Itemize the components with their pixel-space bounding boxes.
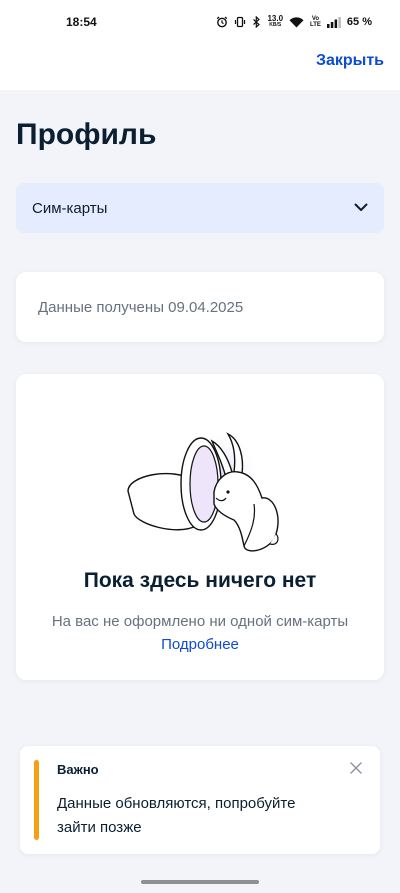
status-bar: 18:54 13.0 KB/S Vo LTE 65 % [0, 0, 400, 44]
empty-state-card [16, 374, 384, 680]
battery-level: 65 % [346, 16, 372, 28]
status-icons: 13.0 KB/S Vo LTE 65 % [216, 15, 372, 29]
close-button[interactable]: Закрыть [316, 52, 384, 70]
learn-more-link[interactable]: Подробнее [0, 636, 400, 653]
notification-title: Важно [57, 762, 99, 777]
warning-accent-bar [34, 760, 39, 840]
signal-icon [326, 16, 341, 28]
important-notification: Важно Данные обновляются, попробуйте зай… [20, 746, 380, 854]
empty-state-title: Пока здесь ничего нет [83, 569, 317, 592]
chevron-down-icon [354, 199, 368, 217]
empty-state-description: На вас не оформлено ни одной сим-карты [51, 613, 349, 630]
bluetooth-icon [252, 16, 261, 28]
alarm-icon [216, 16, 228, 28]
data-date-card: Данные получены 09.04.2025 [16, 272, 384, 342]
volte-indicator: Vo LTE [310, 16, 321, 28]
network-speed: 13.0 KB/S [267, 14, 284, 29]
notification-text: Данные обновляются, попробуйте зайти поз… [57, 795, 296, 836]
dropdown-value: Сим-карты [32, 199, 108, 217]
page-title: Профиль [16, 118, 157, 151]
data-received-text: Данные получены 09.04.2025 [38, 298, 244, 316]
magic-hat-rabbit-illustration [116, 406, 286, 581]
status-time: 18:54 [66, 15, 97, 29]
wifi-icon [289, 16, 304, 28]
sim-cards-dropdown[interactable]: Сим-карты [16, 183, 384, 233]
close-icon[interactable] [348, 760, 364, 776]
home-indicator[interactable] [141, 880, 259, 884]
vibrate-icon [234, 16, 246, 28]
